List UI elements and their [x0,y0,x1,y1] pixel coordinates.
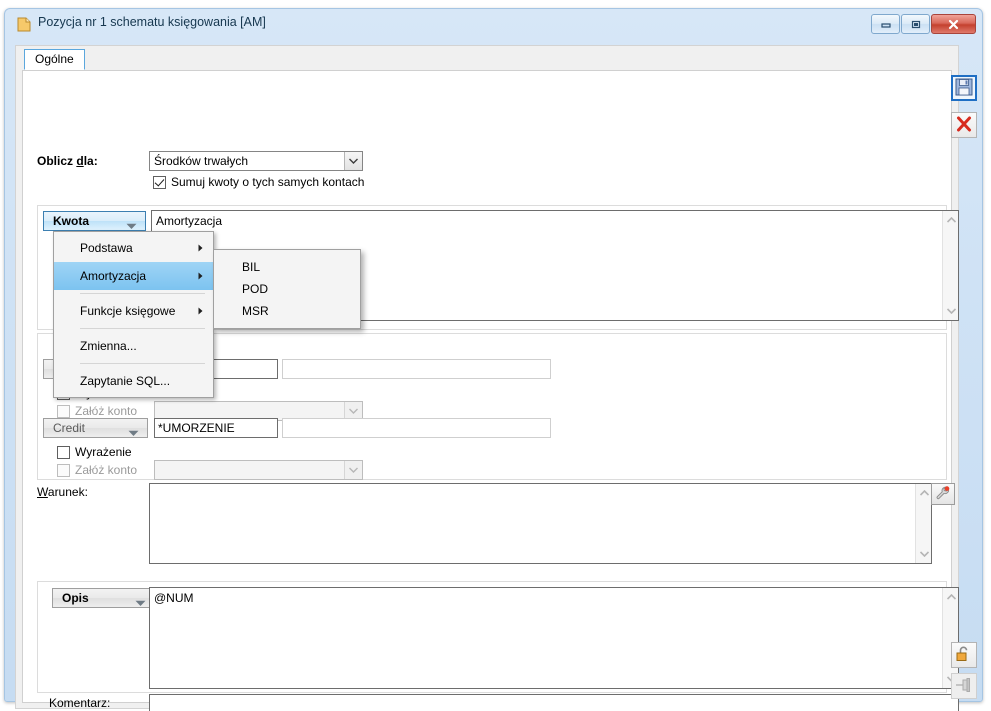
credit-description-input[interactable] [282,418,551,438]
credit-zaloz-konto-label: Załóż konto [75,463,138,477]
kwota-value: Amortyzacja [156,214,223,228]
menu-item-label: Funkcje księgowe [80,304,176,318]
kwota-context-menu[interactable]: Podstawa Amortyzacja Funkcje księgowe Zm… [53,231,214,398]
scroll-down-icon[interactable] [943,303,958,319]
opis-textarea[interactable]: @NUM [149,587,959,689]
screen: Pozycja nr 1 schematu księgowania [AM] O… [0,0,991,711]
cancel-button[interactable] [951,112,977,138]
menu-item-zmienna[interactable]: Zmienna... [54,332,213,360]
client-area: Ogólne Oblicz dla: Środków trwałych Sumu… [15,45,959,711]
save-icon [955,78,973,99]
tab-panel-ogolne: Oblicz dla: Środków trwałych Sumuj kwoty… [22,70,959,711]
scroll-up-icon[interactable] [943,212,958,228]
debet-zaloz-konto-checkbox: Załóż konto [57,404,137,418]
checkbox-box [57,445,70,459]
unlock-icon [955,645,973,666]
window-frame: Pozycja nr 1 schematu księgowania [AM] O… [4,8,983,711]
chevron-down-icon [128,426,139,440]
debet-zaloz-konto-label: Załóż konto [75,404,138,418]
wrench-icon [935,485,951,504]
credit-wyrazenie-label: Wyrażenie [75,445,132,459]
debet-description-input[interactable] [282,359,551,379]
credit-wyrazenie-checkbox[interactable]: Wyrażenie [57,445,132,459]
submenu-item-label: POD [242,282,269,296]
title-bar: Pozycja nr 1 schematu księgowania [AM] [5,9,982,39]
sumuj-kwoty-checkbox[interactable]: Sumuj kwoty o tych samych kontach [153,175,364,189]
oblicz-dla-value: Środków trwałych [154,154,249,168]
minimize-button[interactable] [871,14,900,34]
submenu-item-msr[interactable]: MSR [214,300,360,322]
tab-label: Ogólne [35,52,74,66]
credit-button-label: Credit [53,421,86,435]
menu-separator [80,363,205,364]
submenu-item-bil[interactable]: BIL [214,256,360,278]
kwota-scrollbar[interactable] [942,211,958,320]
warunek-label: Warunek: [37,485,88,499]
opis-button-label: Opis [62,591,89,605]
unlock-button[interactable] [951,642,977,668]
window-controls [871,14,976,34]
komentarz-textarea[interactable] [149,694,959,711]
oblicz-dla-label: Oblicz dla: [37,154,98,168]
pin-icon [955,677,973,696]
scroll-up-icon[interactable] [916,485,931,501]
chevron-down-icon [135,596,146,610]
save-button[interactable] [951,75,977,101]
menu-item-label: Zapytanie SQL... [80,374,171,388]
komentarz-label: Komentarz: [49,696,111,710]
checkbox-box [153,175,166,189]
credit-account-input[interactable]: *UMORZENIE [154,418,278,438]
credit-zaloz-konto-combo [154,460,363,480]
menu-separator [80,293,205,294]
kwota-dropdown-button[interactable]: Kwota [43,211,146,231]
chevron-right-icon [198,241,203,255]
menu-item-podstawa[interactable]: Podstawa [54,234,213,262]
opis-dropdown-button[interactable]: Opis [52,588,155,608]
amortyzacja-submenu[interactable]: BIL POD MSR [213,249,361,329]
credit-zaloz-konto-checkbox: Załóż konto [57,463,137,477]
chevron-down-icon[interactable] [344,152,362,170]
credit-dropdown-button[interactable]: Credit [43,418,148,438]
tab-strip: Ogólne [16,46,958,70]
submenu-item-label: MSR [242,304,269,318]
scroll-up-icon[interactable] [943,589,958,605]
warunek-textarea[interactable] [149,483,932,564]
warunek-builder-button[interactable] [931,483,955,505]
tab-ogolne[interactable]: Ogólne [24,49,85,70]
oblicz-dla-combo[interactable]: Środków trwałych [149,151,363,171]
menu-item-zapytanie-sql[interactable]: Zapytanie SQL... [54,367,213,395]
close-button[interactable] [931,14,976,34]
chevron-right-icon [198,304,203,318]
checkbox-box [57,463,70,477]
credit-account-value: *UMORZENIE [158,421,235,435]
menu-item-label: Podstawa [80,241,133,255]
menu-item-amortyzacja[interactable]: Amortyzacja [54,262,213,290]
chevron-down-icon [344,461,362,479]
window-title: Pozycja nr 1 schematu księgowania [AM] [38,15,266,29]
menu-separator [80,328,205,329]
menu-item-label: Amortyzacja [80,269,147,283]
submenu-item-label: BIL [242,260,261,274]
menu-item-label: Zmienna... [80,339,137,353]
document-icon [17,17,31,32]
chevron-right-icon [198,269,203,283]
checkbox-box [57,404,70,418]
menu-item-funkcje-ksiegowe[interactable]: Funkcje księgowe [54,297,213,325]
restore-button[interactable] [901,14,930,34]
warunek-scrollbar[interactable] [915,484,931,563]
kwota-button-label: Kwota [53,214,89,228]
submenu-item-pod[interactable]: POD [214,278,360,300]
scroll-down-icon[interactable] [916,546,931,562]
opis-value: @NUM [154,591,194,605]
pin-button [951,673,977,699]
close-x-icon [955,115,973,136]
sumuj-kwoty-label: Sumuj kwoty o tych samych kontach [171,175,365,189]
